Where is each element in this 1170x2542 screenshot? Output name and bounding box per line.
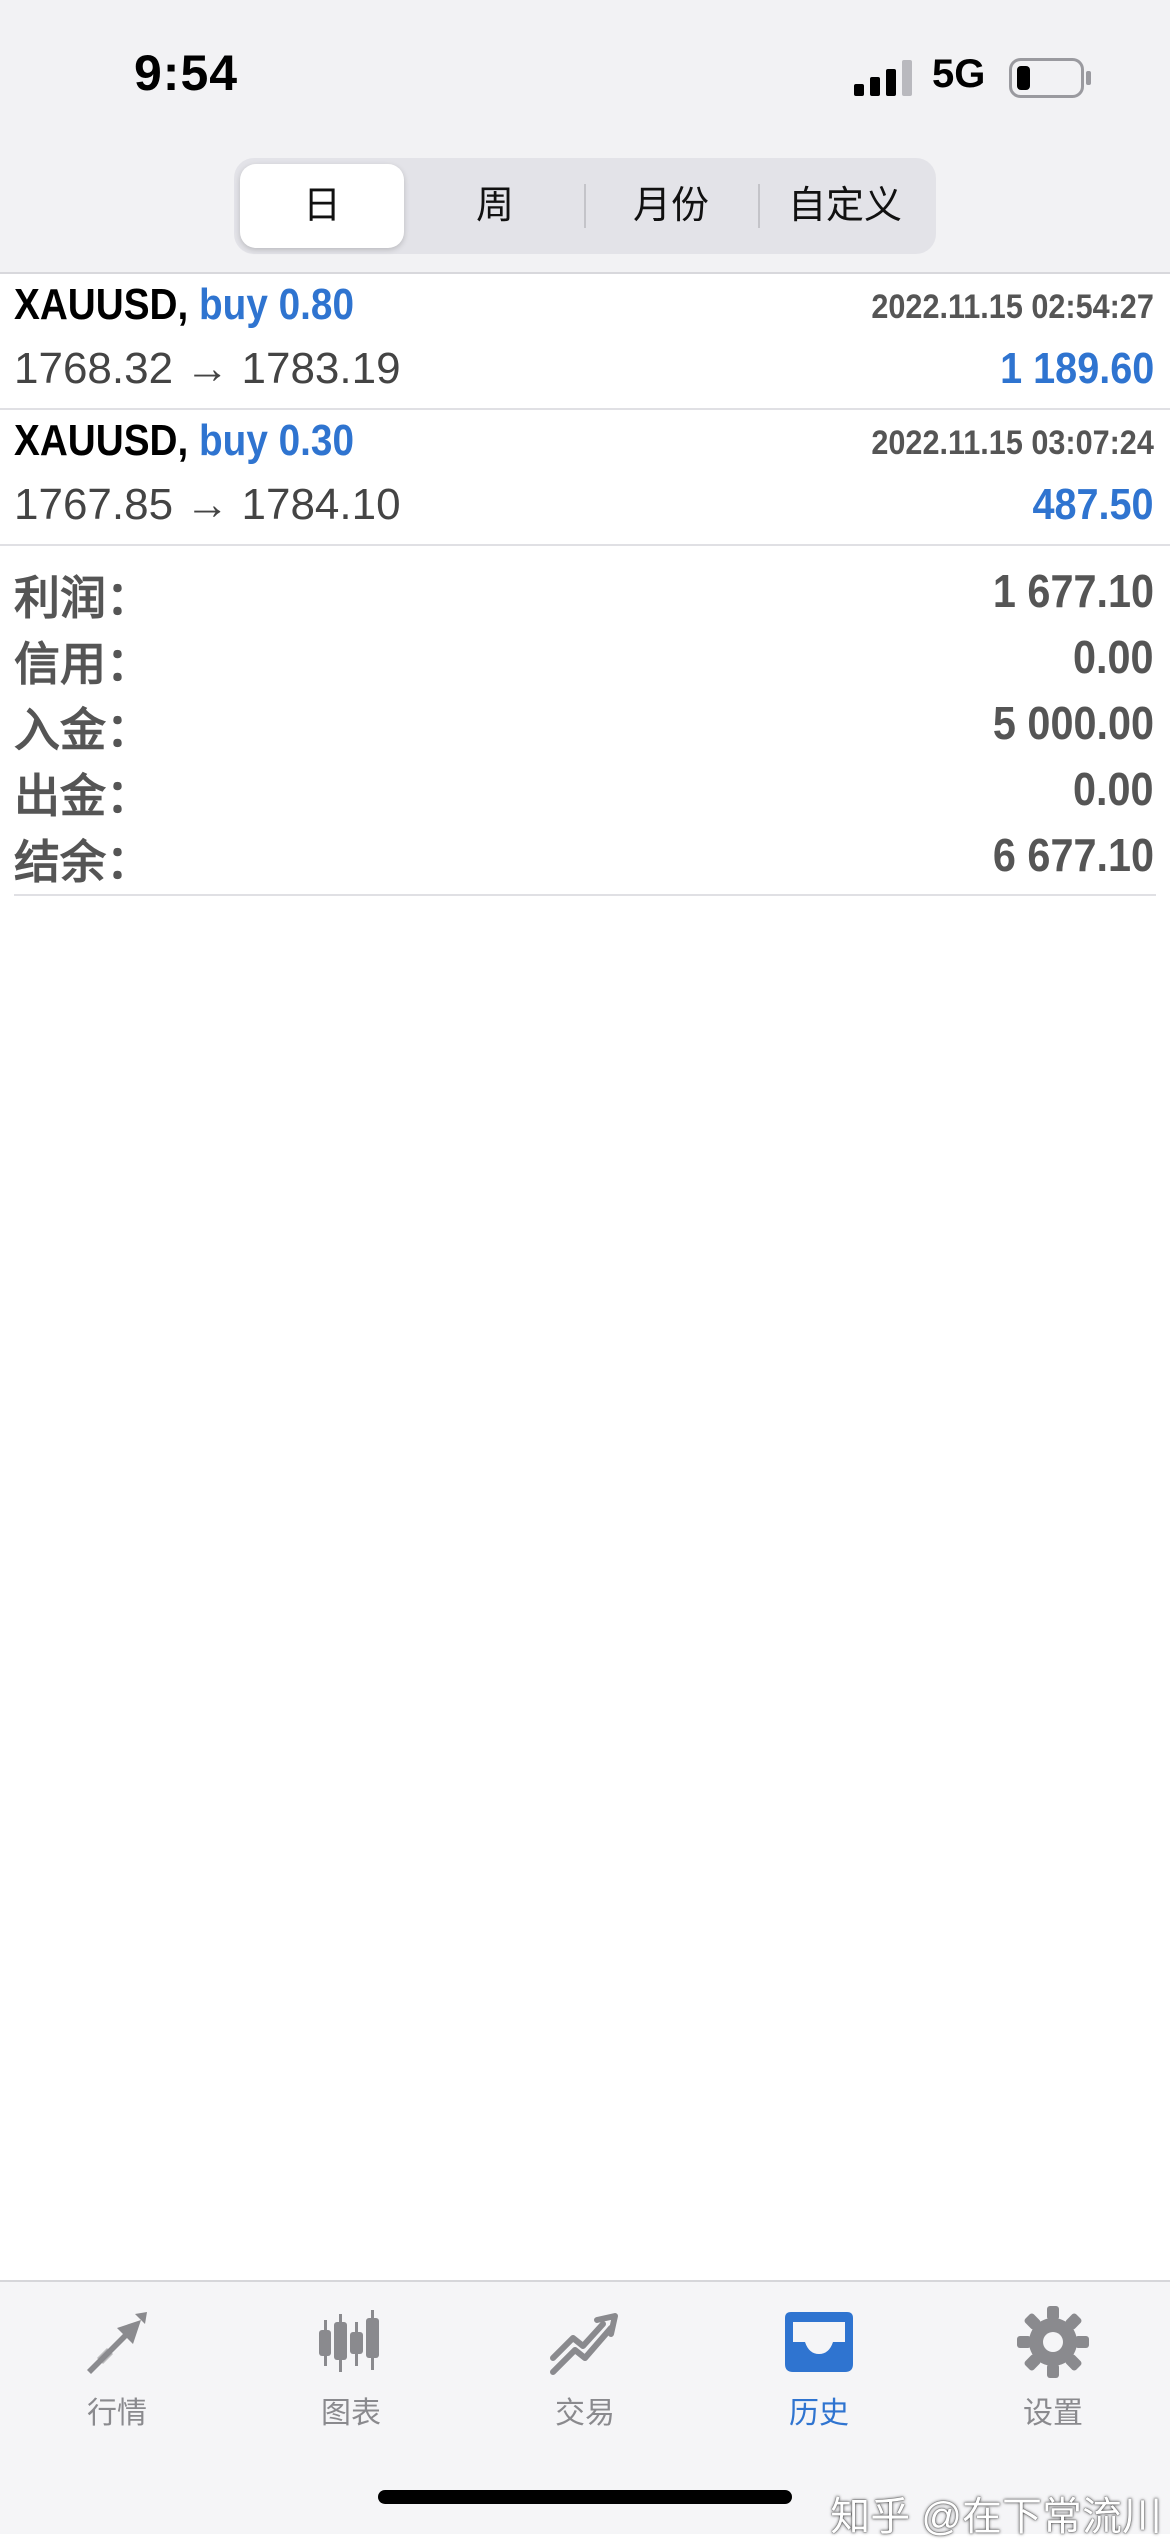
- trade-prices: 1767.85 → 1784.10: [14, 480, 401, 529]
- summary-value: 5 000.00: [992, 697, 1154, 749]
- summary-row-balance: 结余： 6 677.10: [14, 820, 1156, 888]
- watermark: 知乎 @在下常流川: [830, 2495, 1162, 2539]
- trade-side: buy 0.80: [199, 280, 354, 329]
- tab-charts[interactable]: 图表: [234, 2302, 468, 2442]
- tab-label: 设置: [1023, 2397, 1083, 2430]
- history-inbox-icon: [785, 2312, 853, 2372]
- summary-row-profit: 利润： 1 677.10: [14, 556, 1156, 624]
- segment-month[interactable]: 月份: [586, 164, 756, 248]
- tab-history[interactable]: 历史: [702, 2302, 936, 2442]
- network-indicator: 5G: [932, 52, 986, 96]
- candlestick-chart-icon: [319, 2310, 379, 2372]
- summary-row-credit: 信用： 0.00: [14, 622, 1156, 690]
- summary-value: 0.00: [1073, 763, 1154, 815]
- battery-low-icon: [1009, 58, 1091, 98]
- segment-day[interactable]: 日: [240, 164, 404, 248]
- status-bar: 9:54 5G: [0, 0, 1170, 150]
- summary-label: 出金：: [14, 770, 152, 822]
- summary-label: 结余：: [14, 836, 152, 888]
- summary-value: 6 677.10: [992, 829, 1154, 881]
- summary-row-withdrawal: 出金： 0.00: [14, 754, 1156, 822]
- trade-row[interactable]: XAUUSD, buy 0.80 2022.11.15 02:54:27 176…: [0, 274, 1170, 410]
- home-indicator[interactable]: [378, 2490, 792, 2504]
- trade-trend-icon: [550, 2313, 618, 2375]
- tab-settings[interactable]: 设置: [936, 2302, 1170, 2442]
- trade-time: 2022.11.15 03:07:24: [871, 424, 1154, 462]
- trade-prices: 1768.32 → 1783.19: [14, 344, 401, 393]
- summary-value: 0.00: [1073, 631, 1154, 683]
- trade-symbol: XAUUSD, buy 0.30: [14, 416, 354, 466]
- gear-icon: [1017, 2306, 1089, 2378]
- trade-profit: 1 189.60: [999, 344, 1154, 393]
- tab-label: 交易: [555, 2397, 615, 2430]
- tab-label: 行情: [87, 2397, 147, 2430]
- status-time: 9:54: [134, 45, 239, 101]
- trade-history-list: XAUUSD, buy 0.80 2022.11.15 02:54:27 176…: [0, 274, 1170, 546]
- tab-label: 历史: [789, 2397, 849, 2430]
- summary-label: 信用：: [14, 638, 152, 690]
- trade-row[interactable]: XAUUSD, buy 0.30 2022.11.15 03:07:24 176…: [0, 410, 1170, 546]
- tab-trade[interactable]: 交易: [468, 2302, 702, 2442]
- tab-quotes[interactable]: 行情: [0, 2302, 234, 2442]
- tab-label: 图表: [321, 2397, 381, 2430]
- trade-symbol-name: XAUUSD,: [14, 416, 189, 465]
- summary-row-deposit: 入金： 5 000.00: [14, 688, 1156, 756]
- quotes-arrows-icon: [87, 2312, 147, 2374]
- summary-value: 1 677.10: [992, 565, 1154, 617]
- trade-symbol-name: XAUUSD,: [14, 280, 189, 329]
- account-summary: 利润： 1 677.10 信用： 0.00 入金： 5 000.00 出金： 0…: [14, 546, 1156, 896]
- period-selector-bar: 日 周 月份 自定义: [0, 150, 1170, 274]
- summary-label: 利润：: [14, 572, 152, 624]
- summary-label: 入金：: [14, 704, 152, 756]
- trade-symbol: XAUUSD, buy 0.80: [14, 280, 354, 330]
- trade-side: buy 0.30: [199, 416, 354, 465]
- segment-custom[interactable]: 自定义: [760, 164, 930, 248]
- cellular-signal-icon: [854, 60, 912, 96]
- period-segmented-control: 日 周 月份 自定义: [234, 158, 936, 254]
- segment-week[interactable]: 周: [410, 164, 580, 248]
- trade-time: 2022.11.15 02:54:27: [871, 288, 1154, 326]
- trade-profit: 487.50: [1032, 480, 1154, 529]
